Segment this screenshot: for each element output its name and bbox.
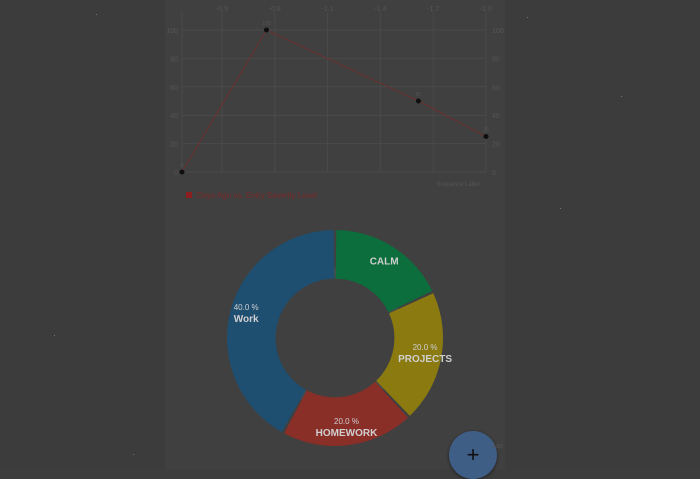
slice-value-label: 20.0 % [413,343,438,352]
screen-speck [560,208,561,209]
add-entry-button[interactable]: + [449,431,497,479]
fab-label: Add [492,444,503,450]
slice-name-label: HOMEWORK [316,428,378,439]
slice-value-label: 20.0 % [334,417,359,426]
screen-speck [133,454,134,455]
donut-chart: CALM 20.0 % PROJECTS 20.0 % HOMEWORK 40.0 % Wo… [226,230,452,446]
slice-name-label: CALM [370,257,399,268]
screen-speck [621,96,622,97]
app-screen: 100 100 80 80 60 60 40 40 20 20 0 0 -0.5 -0.8 -1.1 -1.4… [0,0,700,479]
slice-name-label: Work [234,314,259,325]
screen-speck [54,335,55,336]
screen-speck [527,17,528,18]
donut-hole [279,282,391,394]
slice-name-label: PROJECTS [398,354,452,365]
slice-value-label: 40.0 % [234,303,259,312]
screen-speck [96,14,97,15]
plus-icon: + [466,442,480,467]
